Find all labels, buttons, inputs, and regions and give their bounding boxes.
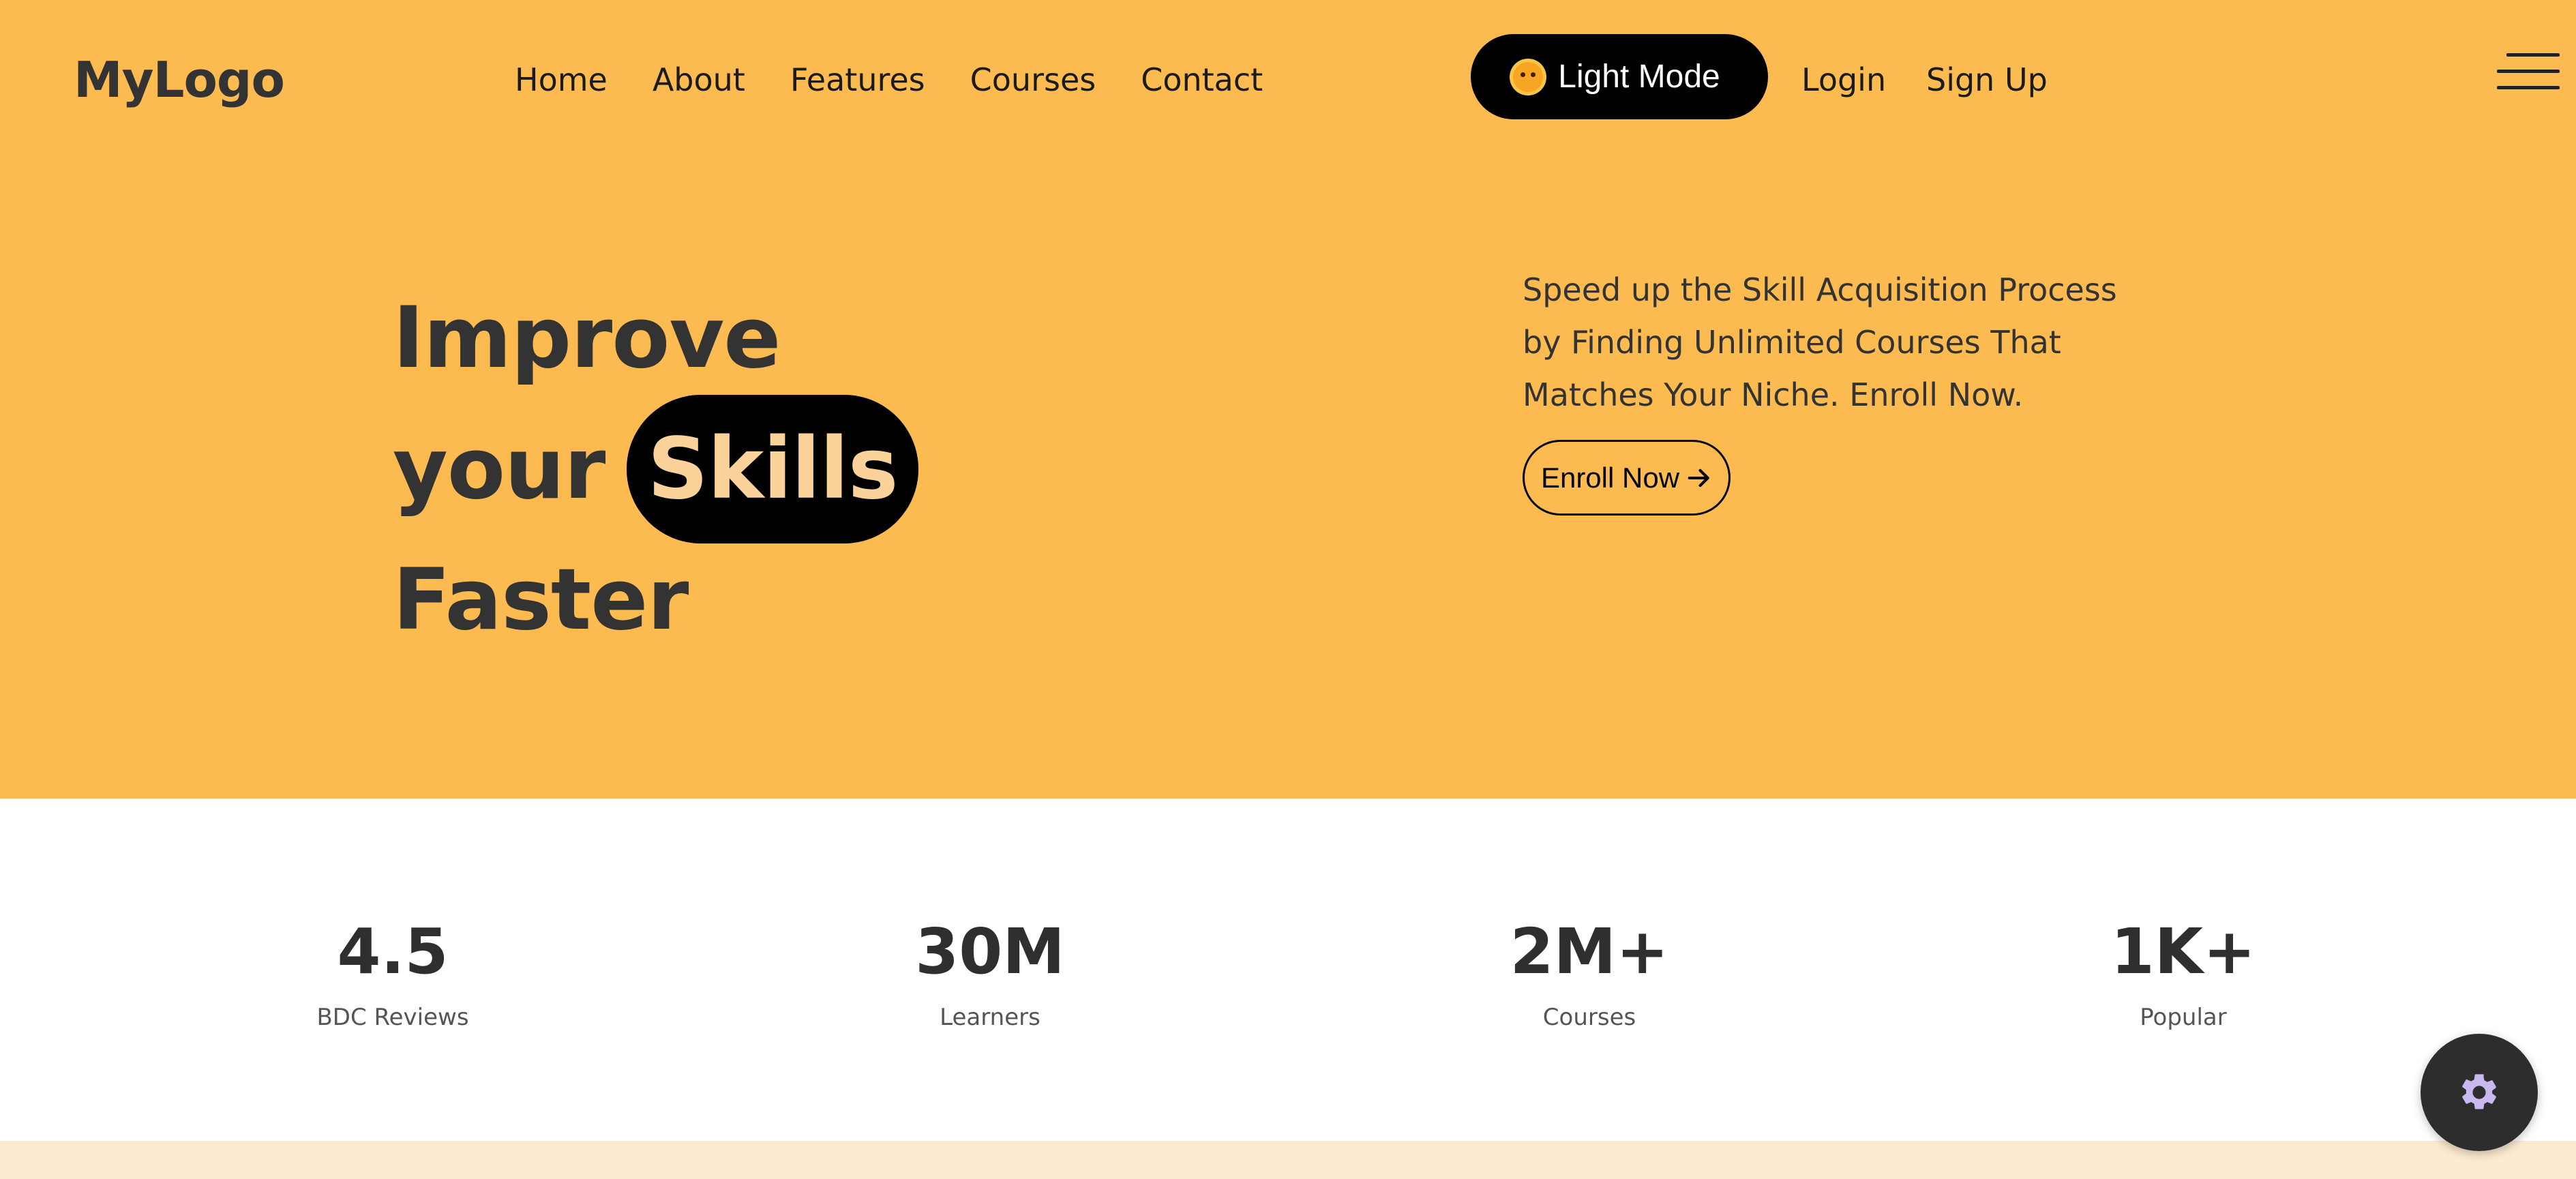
nav-link-contact[interactable]: Contact [1141, 56, 1263, 104]
stat-value: 1K+ [2110, 915, 2256, 988]
stat-label: Learners [940, 1004, 1040, 1031]
stat-value: 4.5 [337, 915, 449, 988]
stat-value: 2M+ [1510, 915, 1669, 988]
stat-label: Courses [1542, 1004, 1636, 1031]
headline-line-2: your Skills [393, 395, 918, 543]
smiling-sun-icon [1513, 61, 1544, 92]
nav-link-about[interactable]: About [653, 56, 745, 104]
login-link[interactable]: Login [1801, 56, 1886, 104]
stat-learners: 30M Learners [820, 914, 1160, 1032]
theme-toggle-button[interactable]: Light Mode [1471, 34, 1768, 119]
hero-section: MyLogo Home About Features Courses Conta… [0, 0, 2576, 799]
nav-link-features[interactable]: Features [790, 56, 925, 104]
headline-text-your: your [393, 420, 605, 518]
stat-label: Popular [2140, 1004, 2227, 1031]
next-section-band [0, 1141, 2576, 1179]
stat-label: BDC Reviews [316, 1004, 469, 1031]
enroll-now-label: Enroll Now [1540, 461, 1680, 494]
stat-reviews: 4.5 BDC Reviews [222, 914, 563, 1032]
arrow-right-icon [1688, 468, 1709, 487]
headline-text-improve: Improve [393, 289, 781, 387]
stat-value: 30M [915, 915, 1065, 988]
signup-link[interactable]: Sign Up [1926, 56, 2048, 104]
nav-link-courses[interactable]: Courses [970, 56, 1096, 104]
hamburger-menu-icon[interactable] [2497, 53, 2560, 90]
headline-highlight-pill: Skills [627, 395, 918, 543]
headline-text-faster: Faster [393, 551, 689, 649]
hero-description: Speed up the Skill Acquisition Process b… [1523, 271, 2117, 413]
main-nav: Home About Features Courses Contact [515, 56, 1263, 104]
headline-line-1: Improve [393, 273, 918, 404]
hero-headline: Improve your Skills Faster [393, 273, 918, 666]
stat-courses: 2M+ Courses [1419, 914, 1760, 1032]
site-logo[interactable]: MyLogo [74, 49, 285, 110]
stat-popular: 1K+ Popular [2013, 914, 2354, 1032]
nav-link-home[interactable]: Home [515, 56, 608, 104]
settings-button[interactable] [2421, 1034, 2538, 1151]
theme-toggle-label: Light Mode [1558, 59, 1720, 95]
enroll-now-button[interactable]: Enroll Now [1523, 440, 1731, 516]
headline-line-3: Faster [393, 535, 918, 666]
gear-icon [2462, 1074, 2496, 1109]
